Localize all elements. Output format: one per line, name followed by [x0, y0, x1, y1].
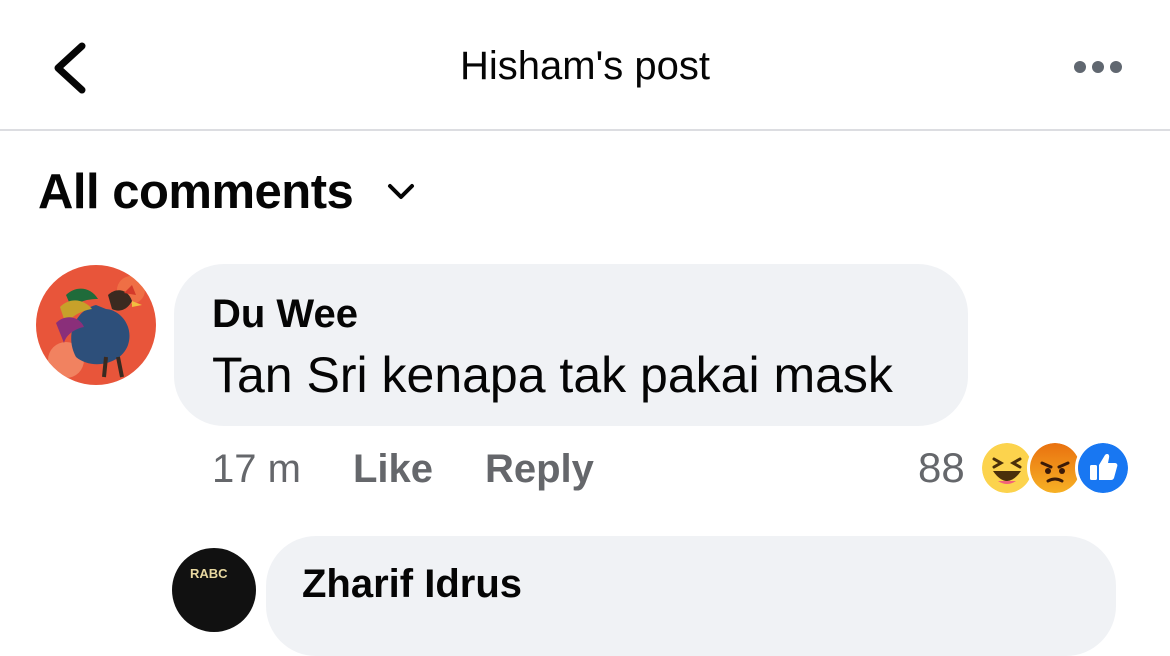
comment-author[interactable]: Du Wee — [212, 290, 930, 338]
reply-avatar[interactable]: RABC — [172, 548, 256, 632]
page-title: Hisham's post — [460, 44, 710, 88]
reply-bubble: Zharif Idrus — [266, 536, 1116, 656]
comment-bubble: Du Wee Tan Sri kenapa tak pakai mask — [174, 264, 968, 426]
reply-button[interactable]: Reply — [485, 447, 594, 492]
top-bar: Hisham's post — [0, 0, 1170, 131]
reply-author[interactable]: Zharif Idrus — [302, 560, 1080, 608]
reaction-count: 88 — [918, 444, 965, 491]
like-icon — [1074, 440, 1131, 496]
comment-filter-dropdown[interactable]: All comments — [38, 160, 415, 224]
comment-timestamp: 17 m — [212, 446, 301, 491]
more-horizontal-icon[interactable] — [1068, 52, 1128, 82]
comment-text: Tan Sri kenapa tak pakai mask — [212, 347, 893, 403]
rooster-avatar-image — [36, 265, 156, 385]
comment-filter-label: All comments — [38, 165, 354, 219]
comment-actions: 17 m Like Reply — [212, 444, 594, 494]
reaction-summary[interactable]: 88 — [918, 440, 1131, 496]
chevron-down-icon — [388, 184, 415, 199]
reply-avatar-logo: RABC — [190, 566, 228, 581]
like-button[interactable]: Like — [353, 447, 433, 492]
avatar[interactable] — [36, 265, 156, 385]
